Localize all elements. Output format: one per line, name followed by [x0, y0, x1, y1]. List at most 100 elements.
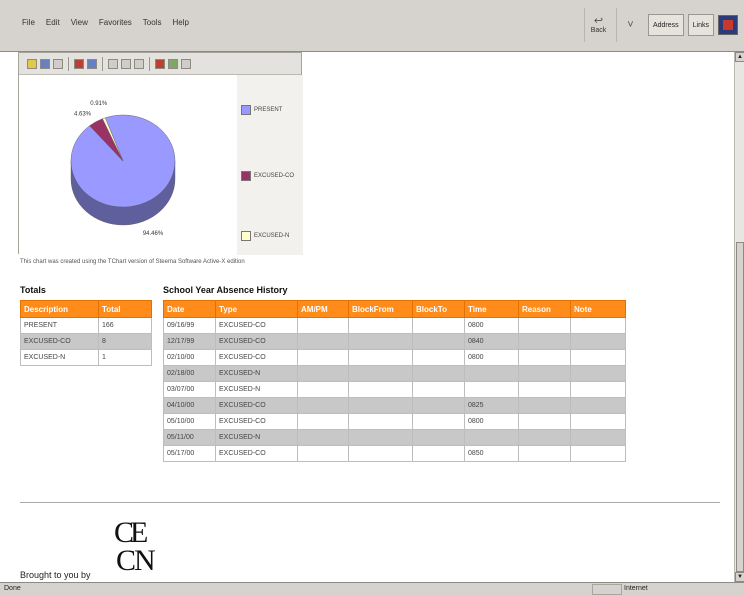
chart-caption: This chart was created using the TChart … — [20, 259, 245, 265]
palette-icon[interactable] — [74, 58, 84, 69]
table-cell — [518, 397, 571, 414]
table-cell — [518, 413, 571, 430]
table-cell: 1 — [98, 349, 152, 366]
table-cell — [518, 381, 571, 398]
column-header-reason: Reason — [518, 300, 571, 318]
table-cell — [348, 381, 413, 398]
back-button[interactable]: ↩ Back — [583, 8, 612, 42]
pie-value-label: 94.46% — [143, 231, 164, 237]
table-row: EXCUSED-N 1 — [20, 349, 152, 366]
table-cell — [518, 445, 571, 462]
table-cell — [412, 397, 465, 414]
menu-bar: File Edit View Favorites Tools Help — [22, 18, 189, 27]
table-cell: 05/10/00 — [163, 413, 216, 430]
toolbar-separator — [102, 56, 103, 71]
table-cell — [412, 429, 465, 446]
table-cell — [518, 317, 571, 334]
table-cell — [570, 413, 626, 430]
table-cell — [412, 381, 465, 398]
windows-logo-icon — [718, 15, 738, 35]
table-cell — [518, 429, 571, 446]
table-cell: 166 — [98, 317, 152, 334]
properties-icon[interactable] — [168, 58, 178, 69]
table-cell: 09/16/99 — [163, 317, 216, 334]
legend-swatch — [241, 231, 251, 241]
column-header-total: Total — [98, 300, 152, 318]
table-row: PRESENT 166 — [20, 317, 152, 334]
absence-history-table: Date Type AM/PM BlockFrom BlockTo Time R… — [163, 300, 626, 462]
links-button[interactable]: Links — [687, 14, 714, 36]
save-icon[interactable] — [40, 58, 50, 69]
svg-text:N: N — [134, 544, 156, 574]
browser-toolbar: File Edit View Favorites Tools Help ↩ Ba… — [0, 0, 744, 52]
table-cell: 0825 — [464, 397, 519, 414]
table-cell: EXCUSED-CO — [215, 445, 298, 462]
chart-legend: PRESENT EXCUSED-CO EXCUSED-N — [237, 75, 303, 255]
grid-icon[interactable] — [108, 58, 118, 69]
footer-divider — [20, 502, 720, 503]
table-cell — [570, 317, 626, 334]
table-row: 05/10/00 EXCUSED-CO 0800 — [163, 413, 626, 430]
column-header-date: Date — [163, 300, 216, 318]
table-cell: EXCUSED-CO — [215, 349, 298, 366]
table-row: 05/17/00 EXCUSED-CO 0850 — [163, 445, 626, 462]
legend-item: EXCUSED-N — [241, 231, 289, 241]
table-icon[interactable] — [121, 58, 131, 69]
scroll-thumb[interactable] — [736, 242, 744, 572]
column-header-note: Note — [570, 300, 626, 318]
table-cell — [348, 349, 413, 366]
brought-to-you-by: Brought to you by — [20, 570, 91, 580]
table-cell — [297, 381, 349, 398]
column-header-description: Description — [20, 300, 99, 318]
table-cell: EXCUSED-N — [215, 429, 298, 446]
menu-file[interactable]: File — [22, 18, 35, 27]
open-icon[interactable] — [27, 58, 37, 69]
svg-text:C: C — [116, 544, 136, 574]
table-cell: EXCUSED-N — [215, 365, 298, 382]
table-row: 02/18/00 EXCUSED-N — [163, 365, 626, 382]
vertical-scrollbar[interactable]: ▲ ▼ — [734, 52, 744, 582]
table-cell: 02/18/00 — [163, 365, 216, 382]
table-cell — [348, 317, 413, 334]
column-header-blockfrom: BlockFrom — [348, 300, 413, 318]
column-header-ampm: AM/PM — [297, 300, 349, 318]
legend-icon[interactable] — [134, 58, 144, 69]
toolbar-separator — [149, 56, 150, 71]
table-cell — [297, 317, 349, 334]
legend-item: EXCUSED-CO — [241, 171, 294, 181]
table-cell: 0800 — [464, 317, 519, 334]
table-cell — [570, 365, 626, 382]
legend-label: PRESENT — [254, 107, 283, 113]
pie-chart-area: 94.46% 4.63% 0.91% — [19, 75, 237, 255]
forward-dropdown-button[interactable]: ˅ — [615, 8, 644, 42]
table-cell — [348, 413, 413, 430]
back-label: Back — [590, 27, 607, 34]
table-cell — [412, 349, 465, 366]
table-cell — [518, 365, 571, 382]
print-icon[interactable] — [155, 58, 165, 69]
table-cell: 0800 — [464, 413, 519, 430]
table-cell: 02/10/00 — [163, 349, 216, 366]
address-button[interactable]: Address — [647, 14, 684, 36]
table-cell — [297, 333, 349, 350]
table-cell: 03/07/00 — [163, 381, 216, 398]
menu-favorites[interactable]: Favorites — [99, 18, 132, 27]
chart-type-icon[interactable] — [87, 58, 97, 69]
scroll-down-icon[interactable]: ▼ — [735, 572, 744, 582]
table-cell — [348, 445, 413, 462]
chevron-down-icon: ˅ — [627, 18, 634, 31]
menu-help[interactable]: Help — [172, 18, 188, 27]
table-cell — [570, 445, 626, 462]
totals-heading: Totals — [20, 285, 46, 295]
scroll-up-icon[interactable]: ▲ — [735, 52, 744, 62]
table-cell — [348, 397, 413, 414]
pie-value-label: 4.63% — [74, 111, 92, 117]
nav-group: ↩ Back ˅ Address Links — [583, 8, 738, 42]
menu-edit[interactable]: Edit — [46, 18, 60, 27]
pie-chart: 94.46% 4.63% 0.91% — [70, 101, 176, 237]
copy-icon[interactable] — [53, 58, 63, 69]
menu-view[interactable]: View — [71, 18, 88, 27]
menu-tools[interactable]: Tools — [143, 18, 162, 27]
chart-applet: 94.46% 4.63% 0.91% PRESENT EXCUSED-CO EXCU… — [18, 52, 303, 255]
help-icon[interactable] — [181, 58, 191, 69]
